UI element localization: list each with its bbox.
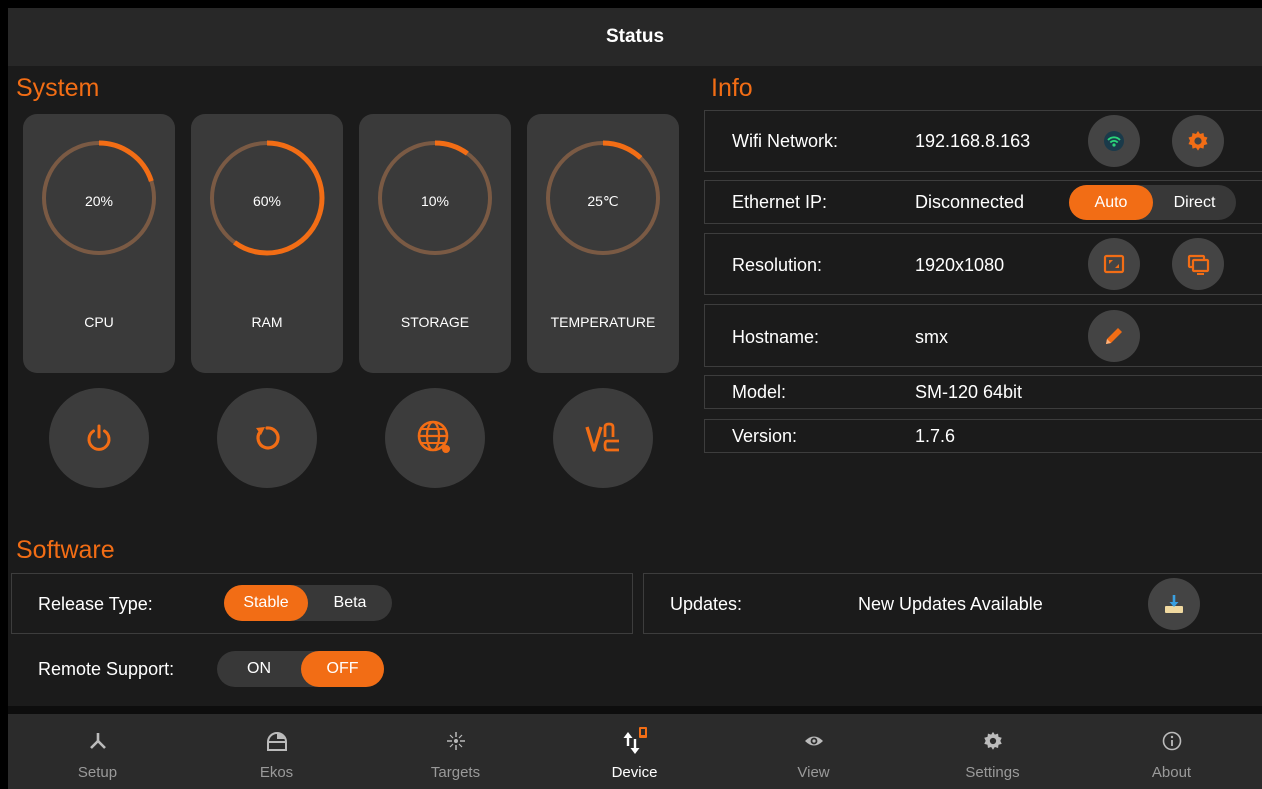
display-settings-button[interactable] [1172,238,1224,290]
restart-button[interactable] [217,388,317,488]
ethernet-row: Ethernet IP: Disconnected Auto Direct [704,180,1262,224]
ethernet-mode-auto[interactable]: Auto [1069,185,1153,220]
ethernet-value: Disconnected [915,192,1025,212]
cpu-gauge-value: 20% [84,193,114,209]
resolution-label: Resolution: [732,255,823,275]
release-stable-option[interactable]: Stable [224,585,308,621]
model-row: Model: SM-120 64bit [704,375,1262,409]
temperature-gauge-value: 25℃ [587,193,619,209]
release-type-toggle: Stable Beta [224,585,392,621]
wifi-value: 192.168.8.163 [915,131,1031,151]
nav-about-label: About [1151,764,1192,781]
version-value: 1.7.6 [915,426,956,446]
ethernet-mode-toggle: Auto Direct [1069,185,1236,220]
nav-setup[interactable]: Setup [8,714,187,789]
globe-icon [417,420,450,453]
resize-screen-icon [1103,254,1125,274]
wifi-icon [1104,131,1124,151]
ethernet-label: Ethernet IP: [732,192,828,212]
network-settings-button[interactable] [1172,115,1224,167]
storage-gauge-label: STORAGE [400,314,470,330]
updates-label: Updates: [670,594,743,614]
download-icon [1165,595,1183,613]
system-section-title: System [16,74,100,102]
nav-ekos[interactable]: Ekos [187,714,366,789]
ram-gauge-label: RAM [251,314,283,330]
nav-ekos-label: Ekos [259,764,294,781]
nav-about[interactable]: About [1082,714,1261,789]
title-bar: Status [8,8,1262,66]
nav-targets[interactable]: Targets [366,714,545,789]
temperature-gauge-card: 25℃ TEMPERATURE [527,114,679,373]
cpu-gauge-card: 20% CPU [23,114,175,373]
resolution-row: Resolution: 1920x1080 [704,233,1262,295]
hostname-value: smx [915,327,948,347]
storage-gauge-card: 10% STORAGE [359,114,511,373]
wifi-row: Wifi Network: 192.168.8.163 [704,110,1262,172]
nav-view[interactable]: View [724,714,903,789]
nav-device-label: Device [611,764,658,781]
remote-support-label: Remote Support: [38,659,175,679]
remote-support-toggle: ON OFF [217,651,384,687]
pencil-icon [1106,328,1122,344]
updates-row: Updates: New Updates Available [643,573,1262,634]
model-label: Model: [732,382,787,402]
remote-support-off-option[interactable]: OFF [301,651,384,687]
release-beta-option[interactable]: Beta [308,585,392,621]
nav-settings[interactable]: Settings [903,714,1082,789]
app-window: Status System 20% CPU 60% RAM 10% STORAG… [8,8,1262,789]
web-browser-button[interactable] [385,388,485,488]
page-title: Status [605,26,665,47]
release-type-label: Release Type: [38,594,153,614]
edit-hostname-button[interactable] [1088,310,1140,362]
storage-gauge-value: 10% [420,193,450,209]
ram-gauge-value: 60% [252,193,282,209]
wifi-button[interactable] [1088,115,1140,167]
nav-device[interactable]: Device [545,714,724,789]
resolution-fit-button[interactable] [1088,238,1140,290]
restart-icon [256,426,280,450]
power-icon [87,424,111,451]
nav-targets-label: Targets [430,764,481,781]
info-icon [1082,726,1261,756]
hostname-label: Hostname: [732,327,820,347]
cpu-gauge-label: CPU [84,314,114,330]
version-row: Version: 1.7.6 [704,419,1262,453]
gear-icon [1188,131,1208,151]
setup-icon [8,726,187,756]
nav-setup-label: Setup [77,764,118,781]
monitor-icon [1187,254,1210,275]
nav-settings-label: Settings [965,764,1020,781]
download-update-button[interactable] [1148,578,1200,630]
ethernet-mode-direct[interactable]: Direct [1153,185,1236,220]
temperature-gauge-label: TEMPERATURE [550,314,656,330]
remote-support-on-option[interactable]: ON [217,651,301,687]
resolution-value: 1920x1080 [915,255,1005,275]
ekos-icon [187,726,366,756]
software-section-title: Software [16,536,115,564]
updates-status: New Updates Available [858,594,1043,614]
power-button[interactable] [49,388,149,488]
nav-view-label: View [797,764,830,781]
vnc-button[interactable] [553,388,653,488]
version-label: Version: [732,426,798,446]
model-value: SM-120 64bit [915,382,1023,402]
info-section-title: Info [711,74,753,102]
vnc-icon [585,422,619,452]
bottom-nav: Setup Ekos Targets Device View Settings … [8,706,1262,789]
ram-gauge-card: 60% RAM [191,114,343,373]
view-icon [724,726,903,756]
release-type-row: Release Type: Stable Beta [11,573,633,634]
targets-icon [366,726,545,756]
wifi-label: Wifi Network: [732,131,839,151]
hostname-row: Hostname: smx [704,304,1262,367]
device-icon [545,726,724,756]
gear-icon [903,726,1082,756]
